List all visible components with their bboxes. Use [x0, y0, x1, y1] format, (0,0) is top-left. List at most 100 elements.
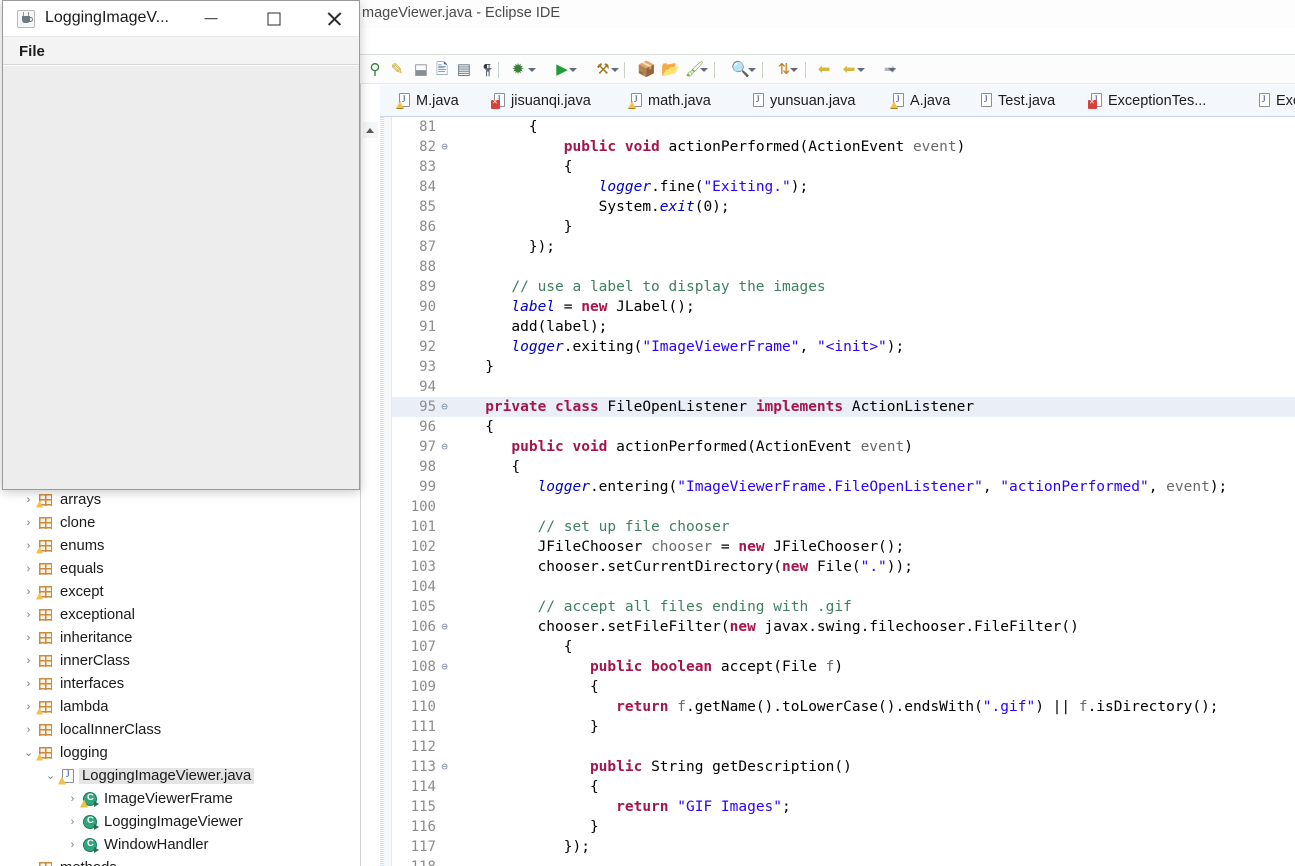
- tree-item-imageviewerframe[interactable]: › ImageViewerFrame: [0, 787, 360, 810]
- new-package-icon[interactable]: 📦: [637, 61, 656, 79]
- code-line[interactable]: 118: [392, 857, 1295, 866]
- code-line[interactable]: 98 {: [392, 457, 1295, 477]
- editor-tab-mathjava[interactable]: Jmath.java: [620, 85, 720, 116]
- toolbar-dropdown-arrow[interactable]: [700, 67, 709, 73]
- code-line[interactable]: 116 }: [392, 817, 1295, 837]
- toolbar-dropdown-arrow[interactable]: [569, 67, 578, 73]
- package-explorer-tree[interactable]: › arrays › clone › enums › equals › except › except…: [0, 488, 360, 866]
- code-line[interactable]: 82 ⊖ public void actionPerformed(ActionEv…: [392, 137, 1295, 157]
- editor-tab-jisuanqijava[interactable]: Jjisuanqi.java: [483, 85, 600, 116]
- tree-item-exceptional[interactable]: › exceptional: [0, 603, 360, 626]
- code-line[interactable]: 88: [392, 257, 1295, 277]
- tree-item-loggingimageviewerjava[interactable]: ⌄ LoggingImageViewer.java: [0, 764, 360, 787]
- editor-marker-bar[interactable]: [380, 117, 392, 866]
- tree-expand-arrow-icon[interactable]: ⌄: [20, 861, 37, 866]
- toolbar-dropdown-arrow[interactable]: [888, 67, 897, 73]
- fold-marker[interactable]: ⊖: [438, 617, 451, 637]
- editor-tab-exc[interactable]: J Exc: [1248, 85, 1295, 116]
- code-line[interactable]: 112: [392, 737, 1295, 757]
- java-window-titlebar[interactable]: LoggingImageV...: [3, 1, 359, 37]
- tree-expand-arrow-icon[interactable]: ⌄: [42, 769, 59, 782]
- toolbar-dropdown-arrow[interactable]: [528, 67, 537, 73]
- toolbar-dropdown-arrow[interactable]: [857, 67, 866, 73]
- code-line[interactable]: 101 // set up file chooser: [392, 517, 1295, 537]
- code-line[interactable]: 93 }: [392, 357, 1295, 377]
- code-line[interactable]: 109 {: [392, 677, 1295, 697]
- logging-image-viewer-window[interactable]: LoggingImageV... File: [2, 0, 360, 490]
- tree-expand-arrow-icon[interactable]: ›: [20, 655, 37, 667]
- code-line[interactable]: 90 label = new JLabel();: [392, 297, 1295, 317]
- toolbar-dropdown-arrow[interactable]: [484, 67, 493, 73]
- code-editor[interactable]: 81 {82 ⊖ public void actionPerformed(Acti…: [380, 117, 1295, 866]
- code-line[interactable]: 105 // accept all files ending with .gif: [392, 597, 1295, 617]
- editor-tab-ajava[interactable]: J A.java: [882, 85, 959, 116]
- book-icon[interactable]: ▤: [455, 61, 473, 79]
- tree-item-clone[interactable]: › clone: [0, 511, 360, 534]
- code-line[interactable]: 91 add(label);: [392, 317, 1295, 337]
- fold-marker[interactable]: ⊖: [438, 757, 451, 777]
- code-line[interactable]: 110 return f.getName().toLowerCase().end…: [392, 697, 1295, 717]
- tree-expand-arrow-icon[interactable]: ›: [20, 609, 37, 621]
- tree-expand-arrow-icon[interactable]: ›: [20, 563, 37, 575]
- editor-tab-testjava[interactable]: J Test.java: [970, 85, 1064, 116]
- fold-marker[interactable]: ⊖: [438, 657, 451, 677]
- tree-item-methods[interactable]: ⌄ methods: [0, 856, 360, 866]
- editor-tab-yunsuanjava[interactable]: Jyunsuan.java: [742, 85, 864, 116]
- code-line[interactable]: 115 return "GIF Images";: [392, 797, 1295, 817]
- tree-expand-arrow-icon[interactable]: ›: [20, 517, 37, 529]
- explorer-scrollbar[interactable]: [362, 488, 372, 866]
- tree-expand-arrow-icon[interactable]: ›: [20, 724, 37, 736]
- tree-expand-arrow-icon[interactable]: ›: [64, 816, 81, 828]
- open-folder-icon[interactable]: 📂: [661, 61, 680, 79]
- code-line[interactable]: 104: [392, 577, 1295, 597]
- editor-tab-exceptiontes[interactable]: J ExceptionTes...: [1080, 85, 1215, 116]
- code-line[interactable]: 89 // use a label to display the images: [392, 277, 1295, 297]
- code-line[interactable]: 83 {: [392, 157, 1295, 177]
- back-icon[interactable]: ⬅: [815, 61, 833, 79]
- code-line[interactable]: 95 ⊖ private class FileOpenListener imple…: [392, 397, 1295, 417]
- tree-expand-arrow-icon[interactable]: ›: [20, 586, 37, 598]
- tree-expand-arrow-icon[interactable]: ›: [64, 839, 81, 851]
- code-line[interactable]: 85 System.exit(0);: [392, 197, 1295, 217]
- debug-icon[interactable]: ✹: [509, 61, 527, 79]
- editor-tab-mjava[interactable]: J M.java: [388, 85, 468, 116]
- file-menu[interactable]: File: [15, 42, 49, 61]
- fold-marker[interactable]: ⊖: [438, 137, 451, 157]
- tree-expand-arrow-icon[interactable]: ›: [64, 793, 81, 805]
- code-line[interactable]: 107 {: [392, 637, 1295, 657]
- code-line[interactable]: 97 ⊖ public void actionPerformed(ActionEv…: [392, 437, 1295, 457]
- external-tools-icon[interactable]: ⚒: [594, 61, 612, 79]
- tree-item-logging[interactable]: ⌄ logging: [0, 741, 360, 764]
- toolbar-dropdown-arrow[interactable]: [611, 67, 620, 73]
- tree-expand-arrow-icon[interactable]: ⌄: [20, 746, 37, 759]
- image-display-panel[interactable]: [3, 65, 359, 489]
- fold-marker[interactable]: ⊖: [438, 397, 451, 417]
- save-icon[interactable]: ⬓: [412, 61, 430, 79]
- new-java-project-icon[interactable]: ⚲: [366, 61, 384, 79]
- code-line[interactable]: 92 logger.exiting("ImageViewerFrame", "<…: [392, 337, 1295, 357]
- tree-item-equals[interactable]: › equals: [0, 557, 360, 580]
- tree-expand-arrow-icon[interactable]: ›: [20, 632, 37, 644]
- tree-item-localinnerclass[interactable]: › localInnerClass: [0, 718, 360, 741]
- tree-item-lambda[interactable]: › lambda: [0, 695, 360, 718]
- code-line[interactable]: 111 }: [392, 717, 1295, 737]
- code-line[interactable]: 87 });: [392, 237, 1295, 257]
- code-line[interactable]: 102 JFileChooser chooser = new JFileChoo…: [392, 537, 1295, 557]
- maximize-button[interactable]: [251, 1, 297, 36]
- code-line[interactable]: 113 ⊖ public String getDescription(): [392, 757, 1295, 777]
- fold-marker[interactable]: ⊖: [438, 437, 451, 457]
- tree-expand-arrow-icon[interactable]: ›: [20, 540, 37, 552]
- java-window-menubar[interactable]: File: [3, 37, 359, 65]
- editor-scroll-up-button[interactable]: [363, 122, 378, 138]
- code-line[interactable]: 96 {: [392, 417, 1295, 437]
- tree-expand-arrow-icon[interactable]: ›: [20, 678, 37, 690]
- code-line[interactable]: 114 {: [392, 777, 1295, 797]
- code-line[interactable]: 86 }: [392, 217, 1295, 237]
- print-icon[interactable]: 🖹: [433, 61, 451, 79]
- minimize-button[interactable]: [188, 1, 234, 36]
- tree-item-loggingimageviewer[interactable]: › LoggingImageViewer: [0, 810, 360, 833]
- tree-item-innerclass[interactable]: › innerClass: [0, 649, 360, 672]
- code-line[interactable]: 108 ⊖ public boolean accept(File f): [392, 657, 1295, 677]
- tree-item-inheritance[interactable]: › inheritance: [0, 626, 360, 649]
- previous-edit-icon[interactable]: ⬅: [840, 61, 858, 79]
